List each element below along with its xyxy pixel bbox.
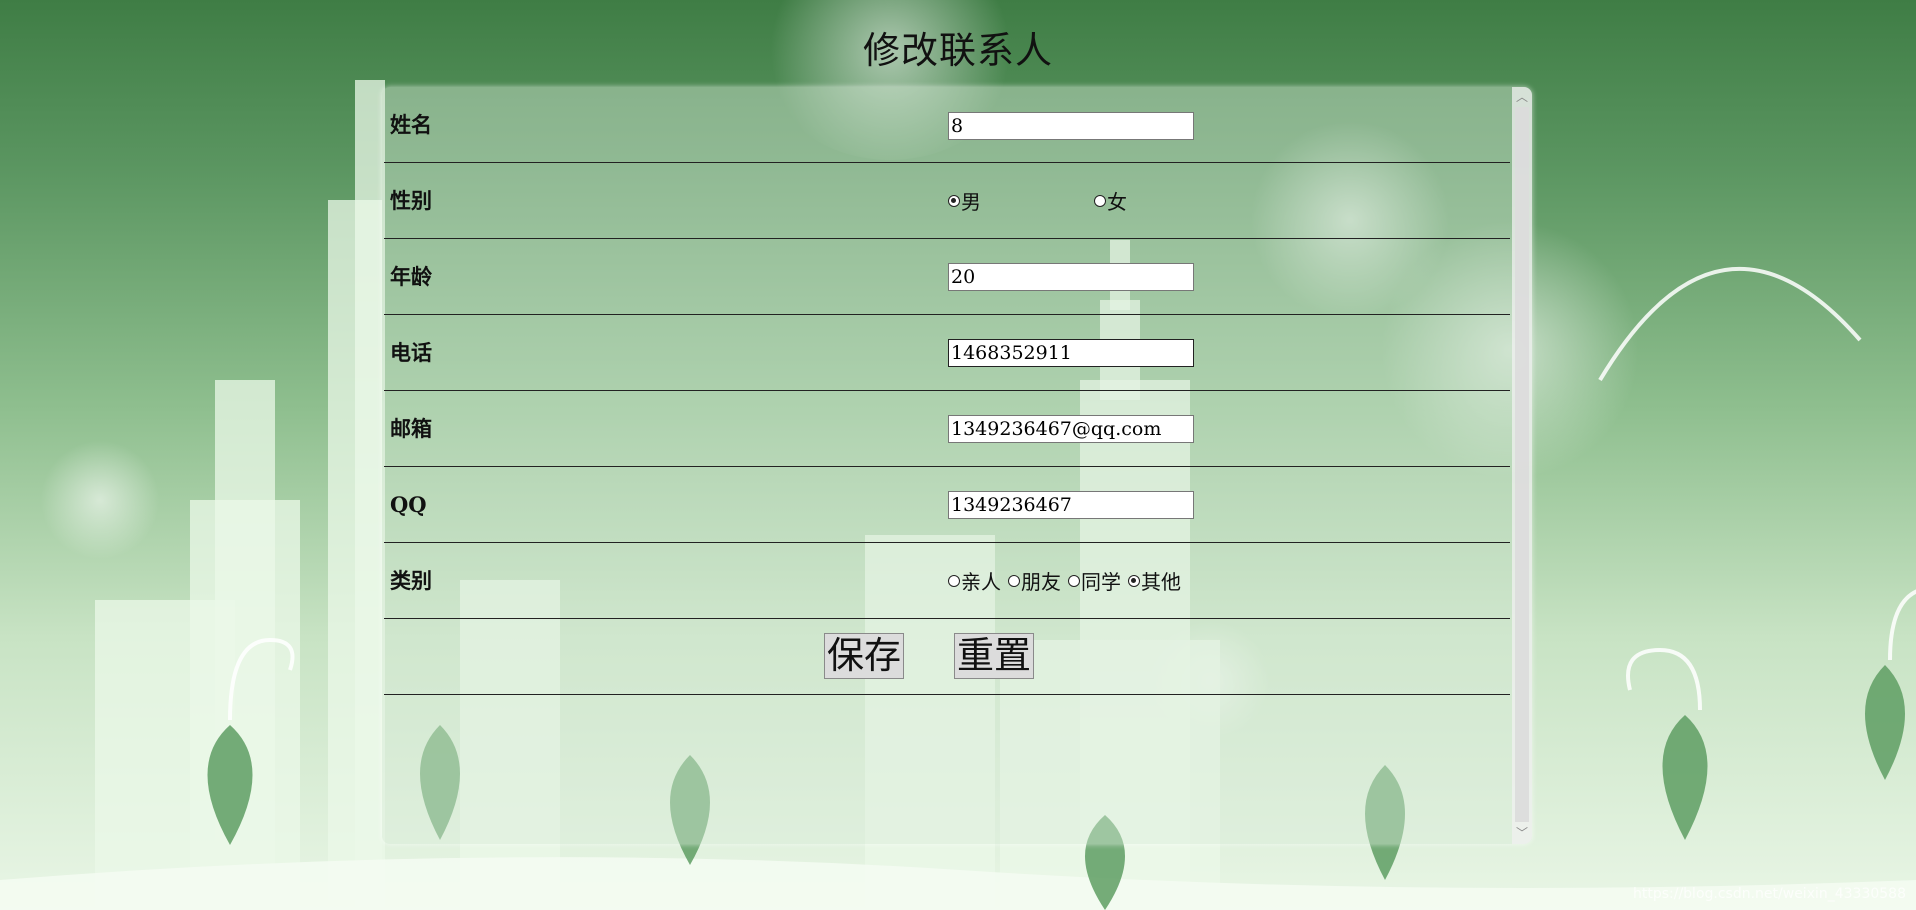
scrollbar-thumb[interactable] (1515, 107, 1529, 822)
radio-selected-icon (948, 194, 960, 207)
form-row-gender: 性别 男 女 (384, 163, 1510, 239)
category-radio-friend[interactable]: 朋友 (1008, 566, 1061, 595)
radio-unselected-icon (1068, 574, 1080, 587)
category-label: 类别 (390, 568, 432, 593)
age-input[interactable] (948, 262, 1194, 291)
category-option-label: 朋友 (1021, 570, 1061, 594)
name-input[interactable] (948, 111, 1194, 140)
form-row-name: 姓名 (384, 87, 1510, 163)
reset-button[interactable]: 重置 (954, 633, 1034, 679)
radio-unselected-icon (1008, 574, 1020, 587)
category-radio-classmate[interactable]: 同学 (1068, 566, 1121, 595)
email-label: 邮箱 (390, 416, 432, 441)
qq-label: QQ (390, 492, 427, 517)
form-row-phone: 电话 (384, 315, 1510, 391)
vertical-scrollbar[interactable]: ︿ ﹀ (1512, 87, 1532, 844)
scroll-down-icon[interactable]: ﹀ (1512, 825, 1532, 842)
form-row-qq: QQ (384, 467, 1510, 543)
form-row-category: 类别 亲人 朋友 同学 其他 (384, 543, 1510, 619)
category-option-label: 其他 (1141, 570, 1181, 594)
email-input[interactable] (948, 414, 1194, 443)
category-option-label: 同学 (1081, 570, 1121, 594)
page-title: 修改联系人 (863, 29, 1053, 72)
gender-radio-female[interactable]: 女 (1094, 186, 1127, 215)
watermark-text: https://blog.csdn.net/weixin_43330588 (1632, 886, 1906, 902)
name-label: 姓名 (390, 112, 432, 137)
gender-label: 性别 (390, 188, 432, 213)
form-row-actions: 保存 重置 (384, 619, 1510, 695)
contact-form: 姓名 性别 男 女 年龄 (384, 87, 1510, 695)
form-row-email: 邮箱 (384, 391, 1510, 467)
gender-radio-male[interactable]: 男 (948, 186, 981, 215)
save-button[interactable]: 保存 (824, 633, 904, 679)
form-row-age: 年龄 (384, 239, 1510, 315)
category-option-label: 亲人 (961, 570, 1001, 594)
radio-selected-icon (1128, 574, 1140, 587)
category-radio-other[interactable]: 其他 (1128, 566, 1181, 595)
category-radio-family[interactable]: 亲人 (948, 566, 1001, 595)
radio-unselected-icon (1094, 194, 1106, 207)
edit-contact-panel: ︿ ﹀ 姓名 性别 男 女 年龄 (382, 87, 1532, 844)
qq-input[interactable] (948, 490, 1194, 519)
radio-unselected-icon (948, 574, 960, 587)
phone-label: 电话 (390, 340, 432, 365)
scroll-up-icon[interactable]: ︿ (1512, 89, 1532, 106)
phone-input[interactable] (948, 338, 1194, 367)
gender-option-label: 女 (1107, 190, 1127, 214)
gender-option-label: 男 (961, 190, 981, 214)
age-label: 年龄 (390, 264, 432, 289)
